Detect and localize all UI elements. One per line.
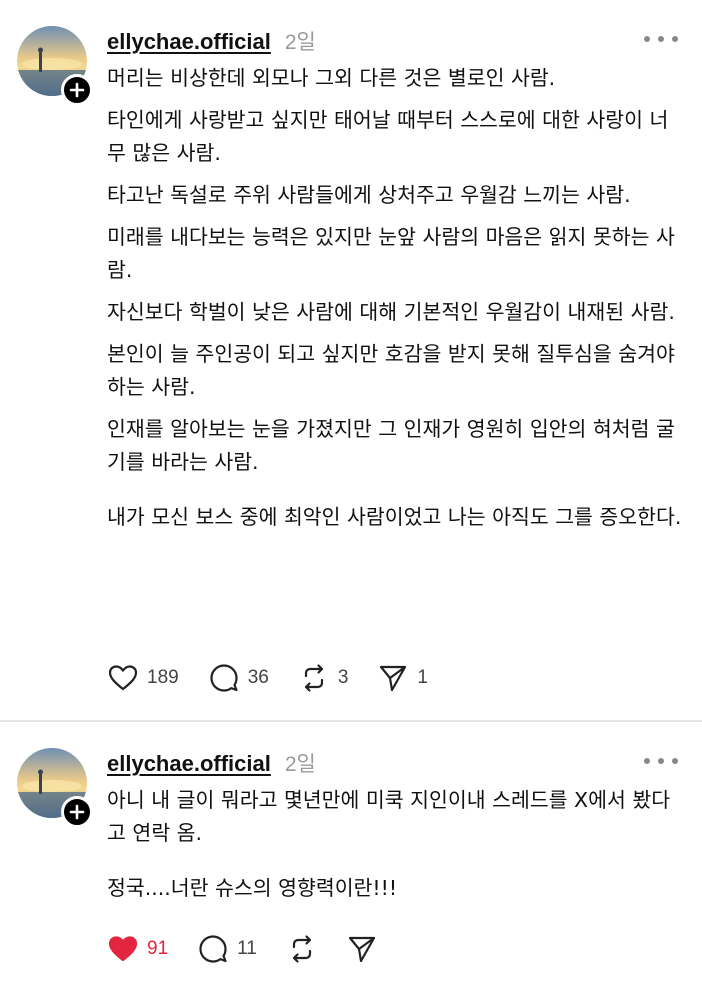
heart-icon (108, 936, 138, 962)
post-body: 머리는 비상한데 외모나 그외 다른 것은 별로인 사람. 타인에게 사랑받고 … (107, 62, 687, 543)
more-horizontal-icon[interactable] (644, 32, 678, 46)
post-actions: 91 11 (108, 934, 407, 964)
repost-button[interactable] (287, 934, 317, 964)
post-timestamp: 2일 (284, 31, 316, 54)
comment-bubble-icon (210, 664, 238, 692)
post-paragraph: 본인이 늘 주인공이 되고 싶지만 호감을 받지 못해 질투심을 숨겨야 하는 … (107, 342, 675, 399)
repost-arrows-icon (304, 664, 323, 692)
thread-post: ellychae.official 2일 머리는 비상한데 외모나 그외 다른 … (0, 0, 702, 720)
reply-count: 36 (247, 667, 269, 688)
post-header: ellychae.official 2일 (107, 748, 316, 778)
username-link[interactable]: ellychae.official (107, 751, 271, 777)
share-button[interactable]: 1 (378, 663, 428, 693)
share-button[interactable] (347, 934, 377, 964)
avatar-container[interactable] (17, 748, 93, 828)
reply-button[interactable]: 36 (209, 663, 269, 693)
avatar-container[interactable] (17, 26, 93, 106)
post-paragraph: 인재를 알아보는 눈을 가졌지만 그 인재가 영원히 입안의 혀처럼 굴기를 바… (107, 417, 675, 474)
post-paragraph: 미래를 내다보는 능력은 있지만 눈앞 사람의 마음은 읽지 못하는 사람. (107, 225, 675, 282)
like-count: 91 (147, 938, 169, 959)
heart-icon (108, 665, 138, 691)
post-actions: 189 36 3 1 (108, 663, 458, 693)
send-paper-plane-icon (348, 936, 375, 963)
comment-bubble-icon (199, 935, 227, 963)
post-paragraph: 타고난 독설로 주위 사람들에게 상처주고 우월감 느끼는 사람. (107, 183, 631, 207)
follow-plus-icon[interactable] (61, 74, 93, 106)
username-link[interactable]: ellychae.official (107, 29, 271, 55)
like-button[interactable]: 91 (108, 935, 168, 963)
post-paragraph: 내가 모신 보스 중에 최악인 사람이었고 나는 아직도 그를 증오한다. (107, 505, 682, 529)
post-paragraph: 머리는 비상한데 외모나 그외 다른 것은 별로인 사람. (107, 66, 556, 90)
post-paragraph: 아니 내 글이 뭐라고 몇년만에 미쿡 지인이내 스레드를 X에서 봤다고 연락… (107, 788, 671, 845)
post-paragraph: 정국....너란 슈스의 영향력이란!!! (107, 876, 398, 900)
share-count: 1 (417, 667, 428, 688)
post-header: ellychae.official 2일 (107, 26, 316, 56)
like-button[interactable]: 189 (108, 664, 179, 692)
follow-plus-icon[interactable] (61, 796, 93, 828)
reply-count: 11 (237, 938, 257, 959)
repost-count: 3 (337, 667, 349, 688)
post-body: 아니 내 글이 뭐라고 몇년만에 미쿡 지인이내 스레드를 X에서 봤다고 연락… (107, 784, 687, 914)
repost-button[interactable]: 3 (299, 663, 349, 693)
like-count: 189 (147, 667, 179, 688)
reply-button[interactable]: 11 (198, 934, 257, 964)
post-paragraph: 타인에게 사랑받고 싶지만 태어날 때부터 스스로에 대한 사랑이 너무 많은 … (107, 108, 669, 165)
post-timestamp: 2일 (284, 753, 316, 776)
send-paper-plane-icon (380, 665, 407, 692)
post-paragraph: 자신보다 학벌이 낮은 사람에 대해 기본적인 우월감이 내재된 사람. (107, 300, 675, 324)
repost-arrows-icon (292, 935, 311, 963)
more-horizontal-icon[interactable] (644, 754, 678, 768)
thread-post: ellychae.official 2일 아니 내 글이 뭐라고 몇년만에 미쿡… (0, 722, 702, 992)
